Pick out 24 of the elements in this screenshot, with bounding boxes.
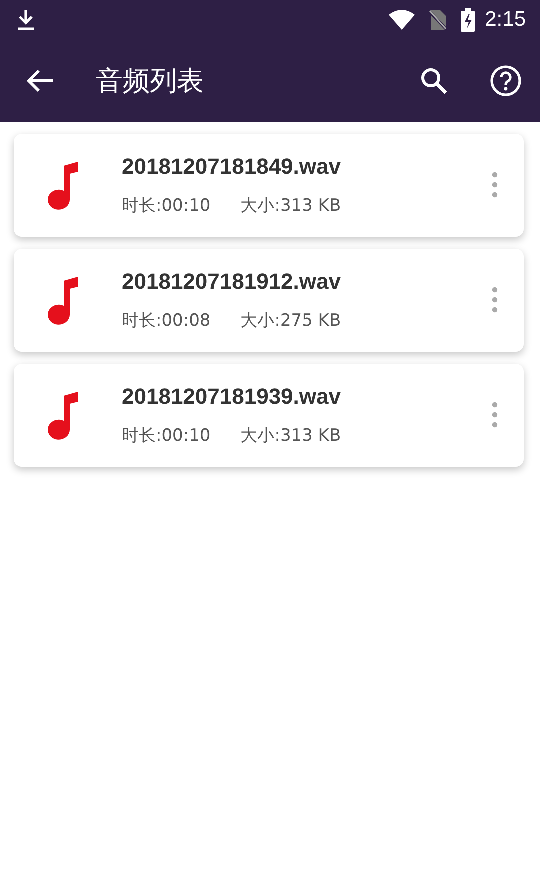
file-name: 20181207181939.wav bbox=[122, 384, 342, 410]
clock: 2:15 bbox=[485, 8, 526, 32]
file-name: 20181207181849.wav bbox=[122, 154, 342, 180]
size-text: 大小:313 KB bbox=[240, 425, 342, 447]
search-button[interactable] bbox=[420, 67, 448, 95]
download-icon bbox=[16, 9, 36, 31]
duration-text: 时长:00:08 bbox=[122, 310, 211, 332]
back-button[interactable] bbox=[26, 69, 54, 93]
vertical-dots-icon bbox=[492, 402, 498, 428]
no-sim-icon bbox=[429, 9, 448, 31]
file-name: 20181207181912.wav bbox=[122, 269, 342, 295]
battery-icon bbox=[461, 8, 476, 32]
duration-text: 时长:00:10 bbox=[122, 425, 211, 447]
vertical-dots-icon bbox=[492, 287, 498, 313]
screen-title: 音频列表 bbox=[96, 65, 205, 99]
size-text: 大小:275 KB bbox=[240, 310, 342, 332]
file-card[interactable]: 20181207181849.wav 时长:00:10 大小:313 KB bbox=[14, 134, 524, 237]
wifi-icon bbox=[389, 10, 416, 30]
vertical-dots-icon bbox=[492, 172, 498, 198]
file-card[interactable]: 20181207181912.wav 时长:00:08 大小:275 KB bbox=[14, 249, 524, 352]
file-card[interactable]: 20181207181939.wav 时长:00:10 大小:313 KB bbox=[14, 364, 524, 467]
duration-text: 时长:00:10 bbox=[122, 195, 211, 217]
size-text: 大小:313 KB bbox=[240, 195, 342, 217]
help-button[interactable] bbox=[490, 65, 522, 97]
